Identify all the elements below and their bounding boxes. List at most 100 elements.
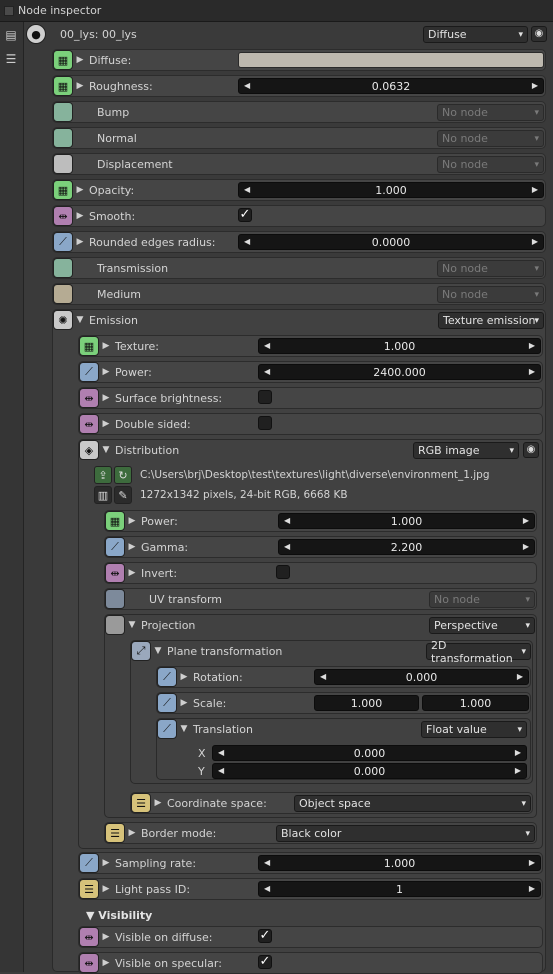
- expand-arrow-icon[interactable]: ▶: [125, 828, 139, 838]
- increment-icon[interactable]: ▶: [523, 514, 529, 528]
- increment-icon[interactable]: ▶: [529, 856, 535, 870]
- distribution-type-dropdown[interactable]: RGB image ▾: [413, 442, 519, 459]
- increment-icon[interactable]: ▶: [515, 746, 521, 760]
- node-slot-icon[interactable]: [53, 102, 73, 122]
- expand-arrow-icon[interactable]: ▶: [99, 341, 113, 351]
- smooth-checkbox[interactable]: ✓: [238, 208, 252, 222]
- transmission-node-dropdown[interactable]: No node ▾: [437, 260, 544, 277]
- increment-icon[interactable]: ▶: [529, 882, 535, 896]
- increment-icon[interactable]: ▶: [523, 540, 529, 554]
- visible-specular-checkbox[interactable]: ✓: [258, 955, 272, 969]
- node-tree-icon[interactable]: ▤: [3, 28, 19, 42]
- enum-icon[interactable]: ☰: [131, 793, 151, 813]
- image-texture-icon[interactable]: ◈: [79, 440, 99, 460]
- increment-icon[interactable]: ▶: [532, 183, 538, 197]
- transform-icon[interactable]: ⤢: [131, 641, 151, 661]
- expand-arrow-icon[interactable]: ▶: [73, 211, 87, 221]
- expand-arrow-icon[interactable]: ▶: [73, 185, 87, 195]
- border-mode-dropdown[interactable]: Black color ▾: [276, 825, 535, 842]
- diffuse-color-swatch[interactable]: [238, 52, 544, 68]
- medium-node-dropdown[interactable]: No node ▾: [437, 286, 544, 303]
- decrement-icon[interactable]: ◀: [218, 746, 224, 760]
- eye-icon[interactable]: ◉: [531, 26, 547, 42]
- float-icon[interactable]: ⟋: [157, 693, 177, 713]
- float-icon[interactable]: ⟋: [79, 362, 99, 382]
- bool-icon[interactable]: ⇹: [79, 953, 99, 973]
- invert-checkbox[interactable]: [276, 565, 290, 579]
- coordinate-space-dropdown[interactable]: Object space ▾: [294, 795, 531, 812]
- float-icon[interactable]: ⟋: [53, 232, 73, 252]
- node-slot-icon[interactable]: [53, 154, 73, 174]
- increment-icon[interactable]: ▶: [529, 365, 535, 379]
- expand-arrow-icon[interactable]: ▶: [99, 884, 113, 894]
- uv-transform-node-dropdown[interactable]: No node ▾: [429, 591, 535, 608]
- increment-icon[interactable]: ▶: [517, 670, 523, 684]
- expand-arrow-icon[interactable]: ▶: [177, 698, 191, 708]
- eye-icon[interactable]: ◉: [523, 442, 539, 458]
- em-texture-slider[interactable]: ◀ 1.000 ▶: [258, 338, 541, 354]
- expand-arrow-icon[interactable]: ▶: [73, 81, 87, 91]
- expand-arrow-icon[interactable]: ▶: [99, 419, 113, 429]
- float-icon[interactable]: ⟋: [105, 537, 125, 557]
- bool-icon[interactable]: ⇹: [53, 206, 73, 226]
- texture-icon[interactable]: ▦: [53, 180, 73, 200]
- expand-arrow-icon[interactable]: ▶: [99, 393, 113, 403]
- collapse-arrow-icon[interactable]: ▼: [125, 620, 139, 630]
- emission-icon[interactable]: ✺: [53, 310, 73, 330]
- em-power-slider[interactable]: ◀ 2400.000 ▶: [258, 364, 541, 380]
- light-pass-id-slider[interactable]: ◀ 1 ▶: [258, 881, 541, 897]
- decrement-icon[interactable]: ◀: [244, 235, 250, 249]
- open-file-icon[interactable]: ⇪: [94, 466, 112, 484]
- expand-arrow-icon[interactable]: ▶: [73, 237, 87, 247]
- node-slot-icon[interactable]: [105, 589, 125, 609]
- expand-arrow-icon[interactable]: ▶: [177, 672, 191, 682]
- expand-arrow-icon[interactable]: ▶: [99, 367, 113, 377]
- expand-arrow-icon[interactable]: ▶: [73, 55, 87, 65]
- node-slot-icon[interactable]: [53, 284, 73, 304]
- texture-icon[interactable]: ▦: [53, 76, 73, 96]
- displacement-node-dropdown[interactable]: No node ▾: [437, 156, 544, 173]
- collapse-arrow-icon[interactable]: ▼: [177, 724, 191, 734]
- enum-icon[interactable]: ☰: [105, 823, 125, 843]
- normal-node-dropdown[interactable]: No node ▾: [437, 130, 544, 147]
- bool-icon[interactable]: ⇹: [79, 414, 99, 434]
- texture-icon[interactable]: ▦: [79, 336, 99, 356]
- film-icon[interactable]: ▥: [94, 486, 112, 504]
- decrement-icon[interactable]: ◀: [218, 764, 224, 778]
- increment-icon[interactable]: ▶: [532, 79, 538, 93]
- node-slot-icon[interactable]: [53, 258, 73, 278]
- visible-diffuse-checkbox[interactable]: ✓: [258, 929, 272, 943]
- decrement-icon[interactable]: ◀: [244, 79, 250, 93]
- gamma-slider[interactable]: ◀ 2.200 ▶: [278, 539, 535, 555]
- decrement-icon[interactable]: ◀: [320, 670, 326, 684]
- bool-icon[interactable]: ⇹: [105, 563, 125, 583]
- translation-type-dropdown[interactable]: Float value ▾: [421, 721, 527, 738]
- bool-icon[interactable]: ⇹: [79, 388, 99, 408]
- visibility-section-header[interactable]: ▼ Visibility: [86, 909, 152, 922]
- bool-icon[interactable]: ⇹: [79, 927, 99, 947]
- roughness-slider[interactable]: ◀ 0.0632 ▶: [238, 78, 544, 94]
- d-power-slider[interactable]: ◀ 1.000 ▶: [278, 513, 535, 529]
- expand-arrow-icon[interactable]: ▶: [99, 932, 113, 942]
- int-icon[interactable]: ☰: [79, 879, 99, 899]
- decrement-icon[interactable]: ◀: [264, 882, 270, 896]
- expand-arrow-icon[interactable]: ▶: [99, 958, 113, 968]
- double-sided-checkbox[interactable]: [258, 416, 272, 430]
- bump-node-dropdown[interactable]: No node ▾: [437, 104, 544, 121]
- sampling-rate-slider[interactable]: ◀ 1.000 ▶: [258, 855, 541, 871]
- collapse-arrow-icon[interactable]: ▼: [99, 445, 113, 455]
- collapse-arrow-icon[interactable]: ▼: [151, 646, 165, 656]
- float-icon[interactable]: ⟋: [157, 667, 177, 687]
- float-icon[interactable]: ⟋: [79, 853, 99, 873]
- increment-icon[interactable]: ▶: [532, 235, 538, 249]
- panel-toggle-checkbox[interactable]: [4, 5, 14, 16]
- collapse-arrow-icon[interactable]: ▼: [73, 315, 87, 325]
- translation-x-slider[interactable]: ◀ 0.000 ▶: [212, 745, 527, 761]
- texture-icon[interactable]: ▦: [105, 511, 125, 531]
- opacity-slider[interactable]: ◀ 1.000 ▶: [238, 182, 544, 198]
- rounded-edges-slider[interactable]: ◀ 0.0000 ▶: [238, 234, 544, 250]
- decrement-icon[interactable]: ◀: [264, 856, 270, 870]
- reload-icon[interactable]: ↻: [114, 466, 132, 484]
- rotation-slider[interactable]: ◀ 0.000 ▶: [314, 669, 529, 685]
- list-view-icon[interactable]: ☰: [3, 52, 19, 66]
